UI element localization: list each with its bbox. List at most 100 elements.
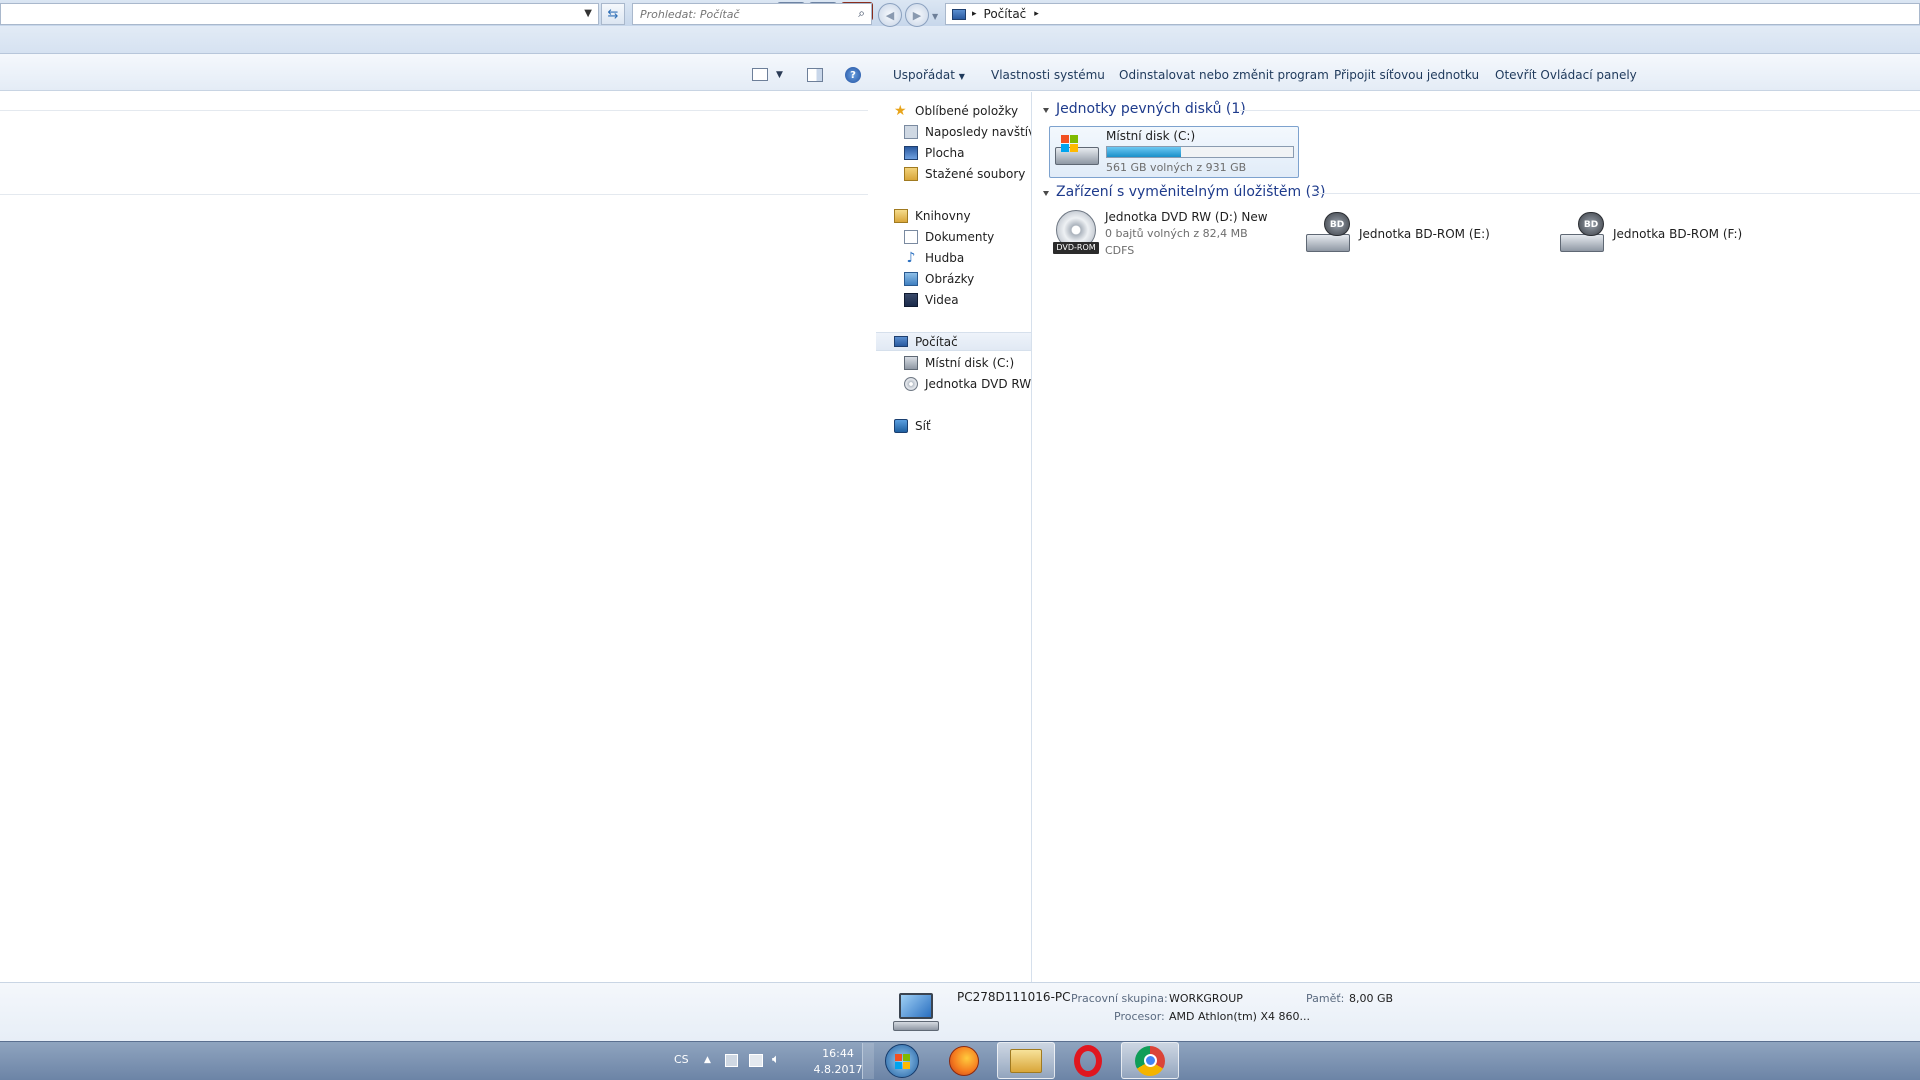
clock-time[interactable]: 16:44 <box>814 1047 862 1060</box>
group-divider <box>1313 193 1920 194</box>
music-icon: ♪ <box>906 249 916 266</box>
nav-videos[interactable]: Videa <box>876 290 1031 309</box>
forward-button[interactable]: ▶ <box>905 3 929 27</box>
refresh-button[interactable]: ⇆ <box>601 3 625 25</box>
breadcrumb-computer[interactable]: Počítač <box>984 7 1027 21</box>
computer-icon <box>894 336 908 347</box>
search-icon: ⌕ <box>858 6 865 20</box>
search-field[interactable]: ⌕ <box>632 3 872 25</box>
show-hidden-icons-icon[interactable]: ▲ <box>704 1055 711 1065</box>
star-icon: ★ <box>894 102 907 119</box>
chevron-down-icon: ▼ <box>958 72 965 81</box>
network-status-icon[interactable] <box>749 1054 763 1067</box>
recent-pages-icon[interactable]: ▼ <box>932 12 938 21</box>
pictures-icon <box>904 271 918 286</box>
group-header-hard-drives[interactable]: Jednotky pevných disků (1) <box>1056 101 1246 117</box>
breadcrumb-chevron-icon[interactable]: ▸ <box>1034 9 1039 19</box>
folder-icon <box>1010 1048 1042 1073</box>
computer-icon <box>952 8 966 20</box>
map-network-drive-button[interactable]: Připojit síťovou jednotku <box>1334 68 1479 82</box>
divider <box>0 194 868 195</box>
desktop-icon <box>904 145 918 160</box>
cpu-value: AMD Athlon(tm) X4 860... <box>1169 1010 1310 1023</box>
nav-music[interactable]: ♪ Hudba <box>876 248 1031 267</box>
nav-network[interactable]: Síť <box>876 416 1031 435</box>
computer-name: PC278D111016-PC <box>957 990 1071 1004</box>
workgroup-value: WORKGROUP <box>1169 992 1243 1005</box>
navigation-pane: ★ Oblíbené položky Naposledy navštívené … <box>876 92 1032 982</box>
address-bar[interactable]: ▼ <box>0 3 599 25</box>
nav-dvd-drive[interactable]: Jednotka DVD RW (D:) <box>876 374 1031 393</box>
drive-name: Místní disk (C:) <box>1106 129 1196 143</box>
address-row <box>0 26 1920 54</box>
hard-drive-icon <box>904 355 918 370</box>
organize-button[interactable]: Uspořádat ▼ <box>893 68 965 82</box>
drive-tile-bd-e[interactable]: BD Jednotka BD-ROM (E:) <box>1303 208 1553 260</box>
group-divider <box>1240 110 1920 111</box>
firefox-icon <box>949 1045 979 1076</box>
preview-pane-icon[interactable] <box>807 68 823 82</box>
computer-icon <box>893 993 939 1033</box>
group-header-removable[interactable]: Zařízení s vyměnitelným úložištěm (3) <box>1056 184 1325 200</box>
drive-free-space: 0 bajtů volných z 82,4 MB <box>1105 227 1248 240</box>
drive-tile-local-disk-c[interactable]: Místní disk (C:) 561 GB volných z 931 GB <box>1049 126 1299 178</box>
view-options-icon[interactable] <box>752 68 768 81</box>
cpu-label: Procesor: <box>1114 1010 1165 1023</box>
disk-usage-fill <box>1107 147 1181 157</box>
dvd-badge: DVD-ROM <box>1053 242 1099 254</box>
memory-value: 8,00 GB <box>1349 992 1394 1005</box>
breadcrumb-chevron-icon[interactable]: ▸ <box>972 9 977 19</box>
collapse-group-icon[interactable] <box>1043 108 1049 113</box>
taskbar-explorer-button[interactable] <box>997 1042 1055 1079</box>
drive-name: Jednotka DVD RW (D:) New <box>1105 210 1268 224</box>
libraries-icon <box>894 208 908 223</box>
bd-badge: BD <box>1578 212 1604 236</box>
collapse-group-icon[interactable] <box>1043 191 1049 196</box>
drive-tile-dvd-d[interactable]: DVD-ROM Jednotka DVD RW (D:) New 0 bajtů… <box>1049 208 1299 260</box>
uninstall-program-button[interactable]: Odinstalovat nebo změnit program <box>1119 68 1329 82</box>
memory-label: Paměť: <box>1306 992 1345 1005</box>
volume-icon[interactable]: 🔈︎ <box>772 1052 780 1067</box>
drive-name: Jednotka BD-ROM (F:) <box>1613 227 1743 241</box>
taskbar-firefox-button[interactable] <box>935 1042 993 1079</box>
nav-pictures[interactable]: Obrázky <box>876 269 1031 288</box>
back-button[interactable]: ◀ <box>878 3 902 27</box>
dvd-drive-icon: DVD-ROM <box>1053 210 1099 256</box>
chevron-down-icon[interactable]: ▼ <box>584 8 592 19</box>
breadcrumb[interactable]: ▸ Počítač ▸ <box>945 3 1920 25</box>
network-icon <box>894 418 908 433</box>
dvd-drive-icon <box>904 376 918 391</box>
arrow-right-icon: ▶ <box>912 8 922 22</box>
drive-filesystem: CDFS <box>1105 244 1135 257</box>
nav-downloads[interactable]: Stažené soubory <box>876 164 1031 183</box>
nav-local-disk[interactable]: Místní disk (C:) <box>876 353 1031 372</box>
language-indicator[interactable]: CS <box>674 1053 689 1066</box>
system-properties-button[interactable]: Vlastnosti systému <box>991 68 1105 82</box>
help-icon[interactable]: ? <box>845 67 861 83</box>
drive-tile-bd-f[interactable]: BD Jednotka BD-ROM (F:) <box>1557 208 1807 260</box>
action-center-icon[interactable] <box>725 1054 738 1067</box>
documents-icon <box>904 229 918 244</box>
divider <box>0 110 868 111</box>
taskbar-opera-button[interactable] <box>1059 1042 1117 1079</box>
windows-start-icon <box>885 1043 919 1078</box>
nav-computer[interactable]: Počítač <box>876 332 1031 351</box>
bd-drive-icon: BD <box>1306 212 1352 256</box>
refresh-icon: ⇆ <box>607 6 619 22</box>
nav-desktop[interactable]: Plocha <box>876 143 1031 162</box>
nav-favorites[interactable]: ★ Oblíbené položky <box>876 101 1031 120</box>
search-input[interactable] <box>633 4 843 24</box>
workgroup-label: Pracovní skupina: <box>1071 992 1168 1005</box>
nav-libraries[interactable]: Knihovny <box>876 206 1031 225</box>
taskbar-start-button[interactable] <box>873 1042 931 1079</box>
nav-documents[interactable]: Dokumenty <box>876 227 1031 246</box>
videos-icon <box>904 292 918 307</box>
bd-badge: BD <box>1324 212 1350 236</box>
taskbar-chrome-button[interactable] <box>1121 1042 1179 1079</box>
chevron-down-icon[interactable]: ▼ <box>776 70 783 80</box>
hard-drive-icon <box>1055 135 1099 169</box>
drive-free-space: 561 GB volných z 931 GB <box>1106 161 1247 174</box>
nav-recent[interactable]: Naposledy navštívené <box>876 122 1031 141</box>
open-control-panel-button[interactable]: Otevřít Ovládací panely <box>1495 68 1637 82</box>
arrow-left-icon: ◀ <box>885 8 895 22</box>
